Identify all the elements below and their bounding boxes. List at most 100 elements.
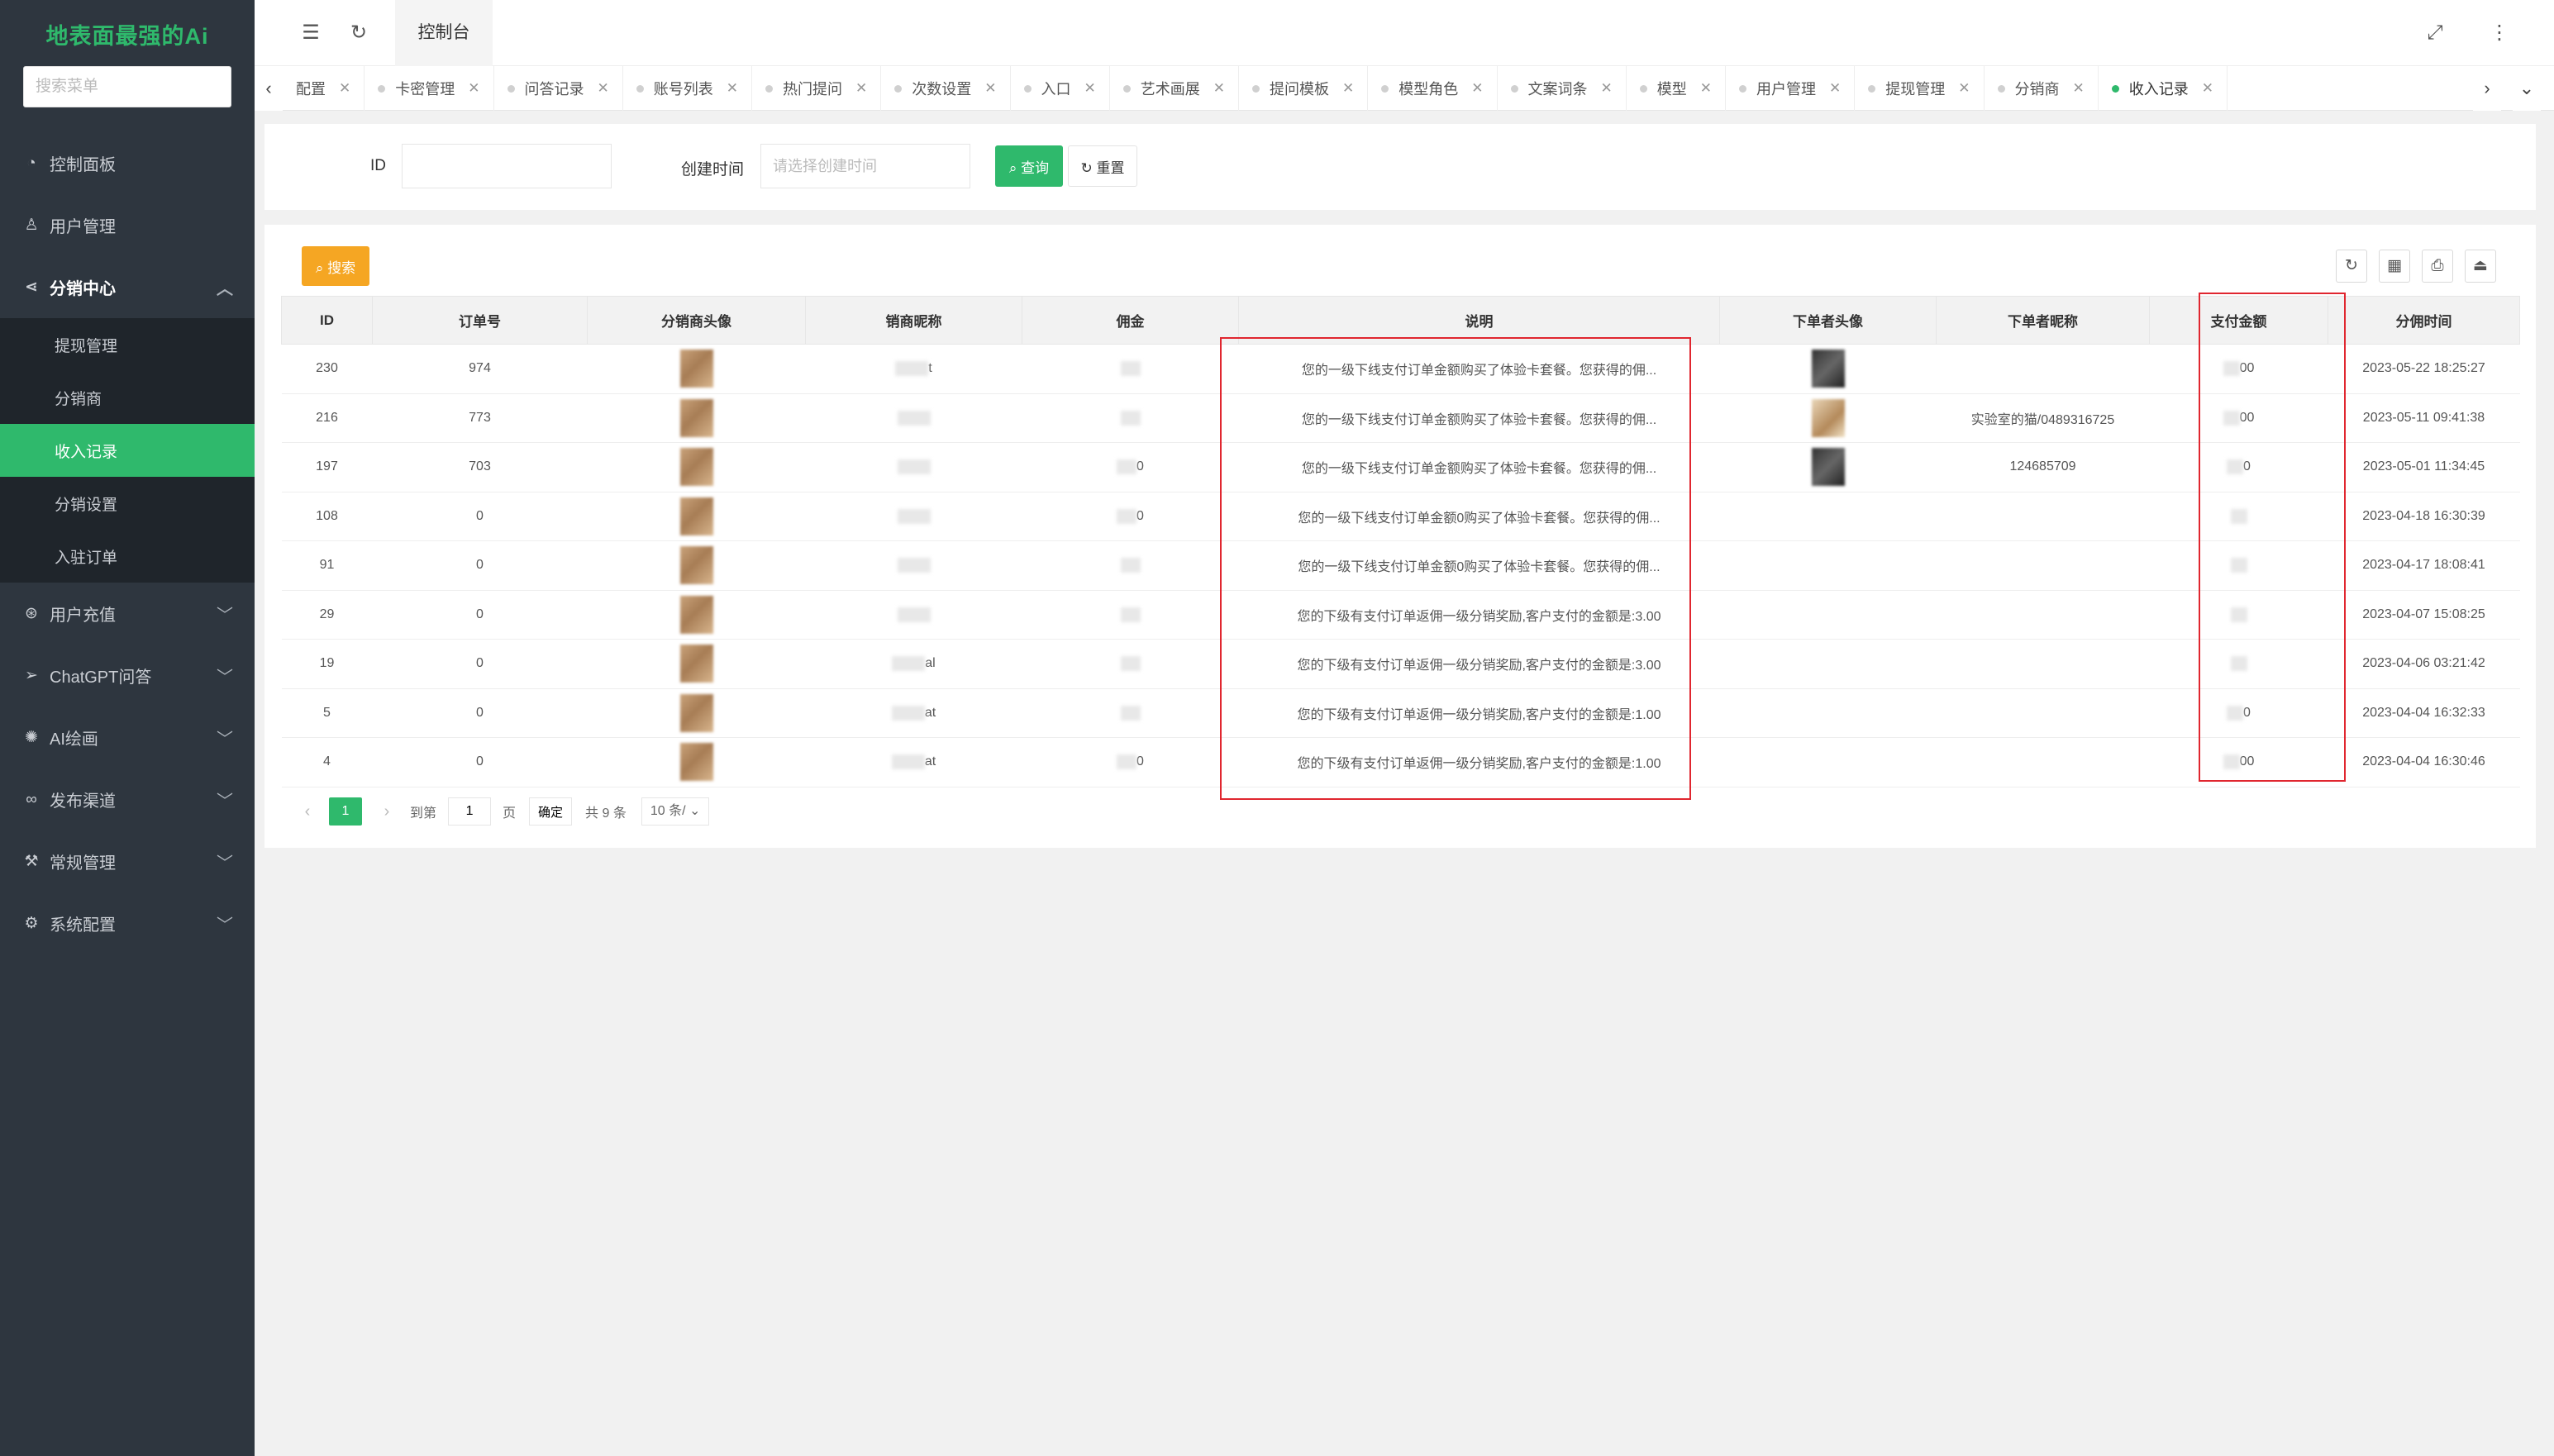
refresh-table-icon[interactable]: ↻: [2336, 250, 2367, 283]
query-button[interactable]: ⌕ 查询: [995, 145, 1063, 187]
sidebar-item-settlement-orders[interactable]: 入驻订单: [0, 530, 255, 583]
col-id[interactable]: ID: [281, 296, 373, 345]
table-row[interactable]: 91 0 您的一级下线支付订单金额0购买了体验卡套餐。您获得的佣... 2023…: [281, 540, 2520, 591]
tab-question-templates[interactable]: 提问模板 ✕: [1239, 66, 1369, 111]
sidebar-item-recharge[interactable]: ⊛ 用户充值 ﹀: [0, 583, 255, 645]
page-size-select[interactable]: 10 条/ ⌄: [641, 797, 710, 826]
refresh-icon[interactable]: ↻: [344, 18, 374, 48]
create-time-input[interactable]: [760, 144, 970, 188]
col-buyer-avatar[interactable]: 下单者头像: [1719, 296, 1937, 345]
close-icon[interactable]: ✕: [1601, 80, 1613, 97]
tab-copy-entries[interactable]: 文案词条 ✕: [1498, 66, 1627, 111]
tab-model-roles[interactable]: 模型角色 ✕: [1368, 66, 1498, 111]
sidebar-item-ai-drawing[interactable]: ✺ AI绘画 ﹀: [0, 707, 255, 768]
col-distributor-nickname[interactable]: 销商昵称: [805, 296, 1022, 345]
prev-page-icon[interactable]: ‹: [298, 802, 317, 821]
cell-pay-amount: 00: [2149, 344, 2328, 394]
close-icon[interactable]: ✕: [1084, 80, 1096, 97]
export-icon[interactable]: ⏏: [2465, 250, 2496, 283]
tab-withdraw[interactable]: 提现管理 ✕: [1855, 66, 1985, 111]
close-icon[interactable]: ✕: [598, 80, 609, 97]
tabs-next-icon[interactable]: ›: [2473, 66, 2501, 111]
close-icon[interactable]: ✕: [339, 80, 350, 97]
sidebar-item-users[interactable]: ♙ 用户管理: [0, 194, 255, 256]
id-input[interactable]: [402, 144, 612, 188]
sidebar-item-distribution[interactable]: ⋖ 分销中心 ︿: [0, 256, 255, 318]
send-icon: ➢: [25, 667, 38, 684]
menu-search-input[interactable]: [23, 66, 231, 107]
close-icon[interactable]: ✕: [1829, 80, 1841, 97]
col-buyer-nickname[interactable]: 下单者昵称: [1936, 296, 2150, 345]
sidebar-menu: ◔ 控制面板 ♙ 用户管理 ⋖ 分销中心 ︿ 提现管理 分销商 收入记录 分销设…: [0, 132, 255, 954]
goto-label: 到第: [410, 807, 437, 821]
close-icon[interactable]: ✕: [2073, 80, 2085, 97]
print-icon[interactable]: ⎙: [2422, 250, 2453, 283]
menu-fold-icon[interactable]: ☰: [296, 18, 326, 48]
redacted-mosaic: [1120, 361, 1141, 377]
tab-income-records[interactable]: 收入记录 ✕: [2099, 66, 2228, 111]
more-vertical-icon[interactable]: ⋮: [2485, 18, 2514, 48]
sidebar-item-chatgpt[interactable]: ➢ ChatGPT问答 ﹀: [0, 645, 255, 707]
goto-page-input[interactable]: [448, 797, 492, 826]
table-row[interactable]: 19 0 al 您的下级有支付订单返佣一级分销奖励,客户支付的金额是:3.00 …: [281, 639, 2520, 689]
close-icon[interactable]: ✕: [1471, 80, 1483, 97]
tab-config[interactable]: 配置 ✕: [283, 66, 365, 111]
reset-button[interactable]: ↻ 重置: [1068, 145, 1137, 187]
table-row[interactable]: 5 0 at 您的下级有支付订单返佣一级分销奖励,客户支付的金额是:1.00 0…: [281, 688, 2520, 738]
close-icon[interactable]: ✕: [855, 80, 867, 97]
col-commission-time[interactable]: 分佣时间: [2328, 296, 2520, 345]
close-icon[interactable]: ✕: [727, 80, 738, 97]
col-order-no[interactable]: 订单号: [372, 296, 588, 345]
col-commission[interactable]: 佣金: [1022, 296, 1239, 345]
console-tab[interactable]: 控制台: [395, 0, 493, 66]
close-icon[interactable]: ✕: [1213, 80, 1225, 97]
tabs-dropdown-icon[interactable]: ⌄: [2513, 66, 2541, 111]
goto-confirm-button[interactable]: 确定: [529, 797, 573, 826]
col-description[interactable]: 说明: [1238, 296, 1720, 345]
close-icon[interactable]: ✕: [2202, 80, 2213, 97]
columns-icon[interactable]: ▦: [2379, 250, 2410, 283]
close-icon[interactable]: ✕: [468, 80, 479, 97]
sidebar-item-distribution-settings[interactable]: 分销设置: [0, 477, 255, 530]
tab-distributors[interactable]: 分销商 ✕: [1985, 66, 2099, 111]
tabs-prev-icon[interactable]: ‹: [255, 66, 283, 111]
tools-icon: ⚒: [24, 853, 39, 870]
redacted-mosaic: [891, 754, 925, 770]
close-icon[interactable]: ✕: [1342, 80, 1354, 97]
sidebar-item-distributors[interactable]: 分销商: [0, 371, 255, 424]
sidebar-item-system[interactable]: ⚙ 系统配置 ﹀: [0, 892, 255, 954]
tab-qa-records[interactable]: 问答记录 ✕: [494, 66, 623, 111]
distributor-avatar: [679, 546, 713, 585]
toolbar-search-button[interactable]: ⌕ 搜索: [302, 246, 369, 286]
table-row[interactable]: 29 0 您的下级有支付订单返佣一级分销奖励,客户支付的金额是:3.00 202…: [281, 590, 2520, 640]
tab-count-settings[interactable]: 次数设置 ✕: [881, 66, 1011, 111]
tab-user-management[interactable]: 用户管理 ✕: [1726, 66, 1856, 111]
sidebar-item-income-records[interactable]: 收入记录: [0, 424, 255, 477]
sidebar-item-general[interactable]: ⚒ 常规管理 ﹀: [0, 830, 255, 892]
sidebar-item-channels[interactable]: ∞ 发布渠道 ﹀: [0, 768, 255, 830]
tab-accounts[interactable]: 账号列表 ✕: [623, 66, 752, 111]
col-distributor-avatar[interactable]: 分销商头像: [587, 296, 806, 345]
next-page-icon[interactable]: ›: [377, 802, 397, 821]
redacted-mosaic: [897, 558, 931, 573]
close-icon[interactable]: ✕: [1958, 80, 1970, 97]
table-row[interactable]: 4 0 at 0 您的下级有支付订单返佣一级分销奖励,客户支付的金额是:1.00…: [281, 737, 2520, 787]
tab-models[interactable]: 模型 ✕: [1627, 66, 1726, 111]
close-icon[interactable]: ✕: [984, 80, 996, 97]
sidebar-item-withdraw[interactable]: 提现管理: [0, 318, 255, 371]
close-icon[interactable]: ✕: [1700, 80, 1712, 97]
table-row[interactable]: 230 974 t 您的一级下线支付订单金额购买了体验卡套餐。您获得的佣... …: [281, 344, 2520, 394]
tab-entry[interactable]: 入口 ✕: [1011, 66, 1110, 111]
cell-order-no: 0: [372, 639, 588, 689]
page-1[interactable]: 1: [329, 797, 362, 826]
table-row[interactable]: 216 773 您的一级下线支付订单金额购买了体验卡套餐。您获得的佣... 实验…: [281, 393, 2520, 443]
table-row[interactable]: 197 703 0 您的一级下线支付订单金额购买了体验卡套餐。您获得的佣... …: [281, 442, 2520, 492]
fullscreen-icon[interactable]: ⤢: [2420, 18, 2450, 48]
sidebar-item-dashboard[interactable]: ◔ 控制面板: [0, 132, 255, 194]
tab-hot-questions[interactable]: 热门提问 ✕: [752, 66, 882, 111]
commission-visible: 0: [1136, 459, 1144, 474]
col-pay-amount[interactable]: 支付金额: [2149, 296, 2328, 345]
tab-art-gallery[interactable]: 艺术画展 ✕: [1110, 66, 1239, 111]
tab-card-keys[interactable]: 卡密管理 ✕: [365, 66, 494, 111]
table-row[interactable]: 108 0 0 您的一级下线支付订单金额0购买了体验卡套餐。您获得的佣... 2…: [281, 492, 2520, 541]
